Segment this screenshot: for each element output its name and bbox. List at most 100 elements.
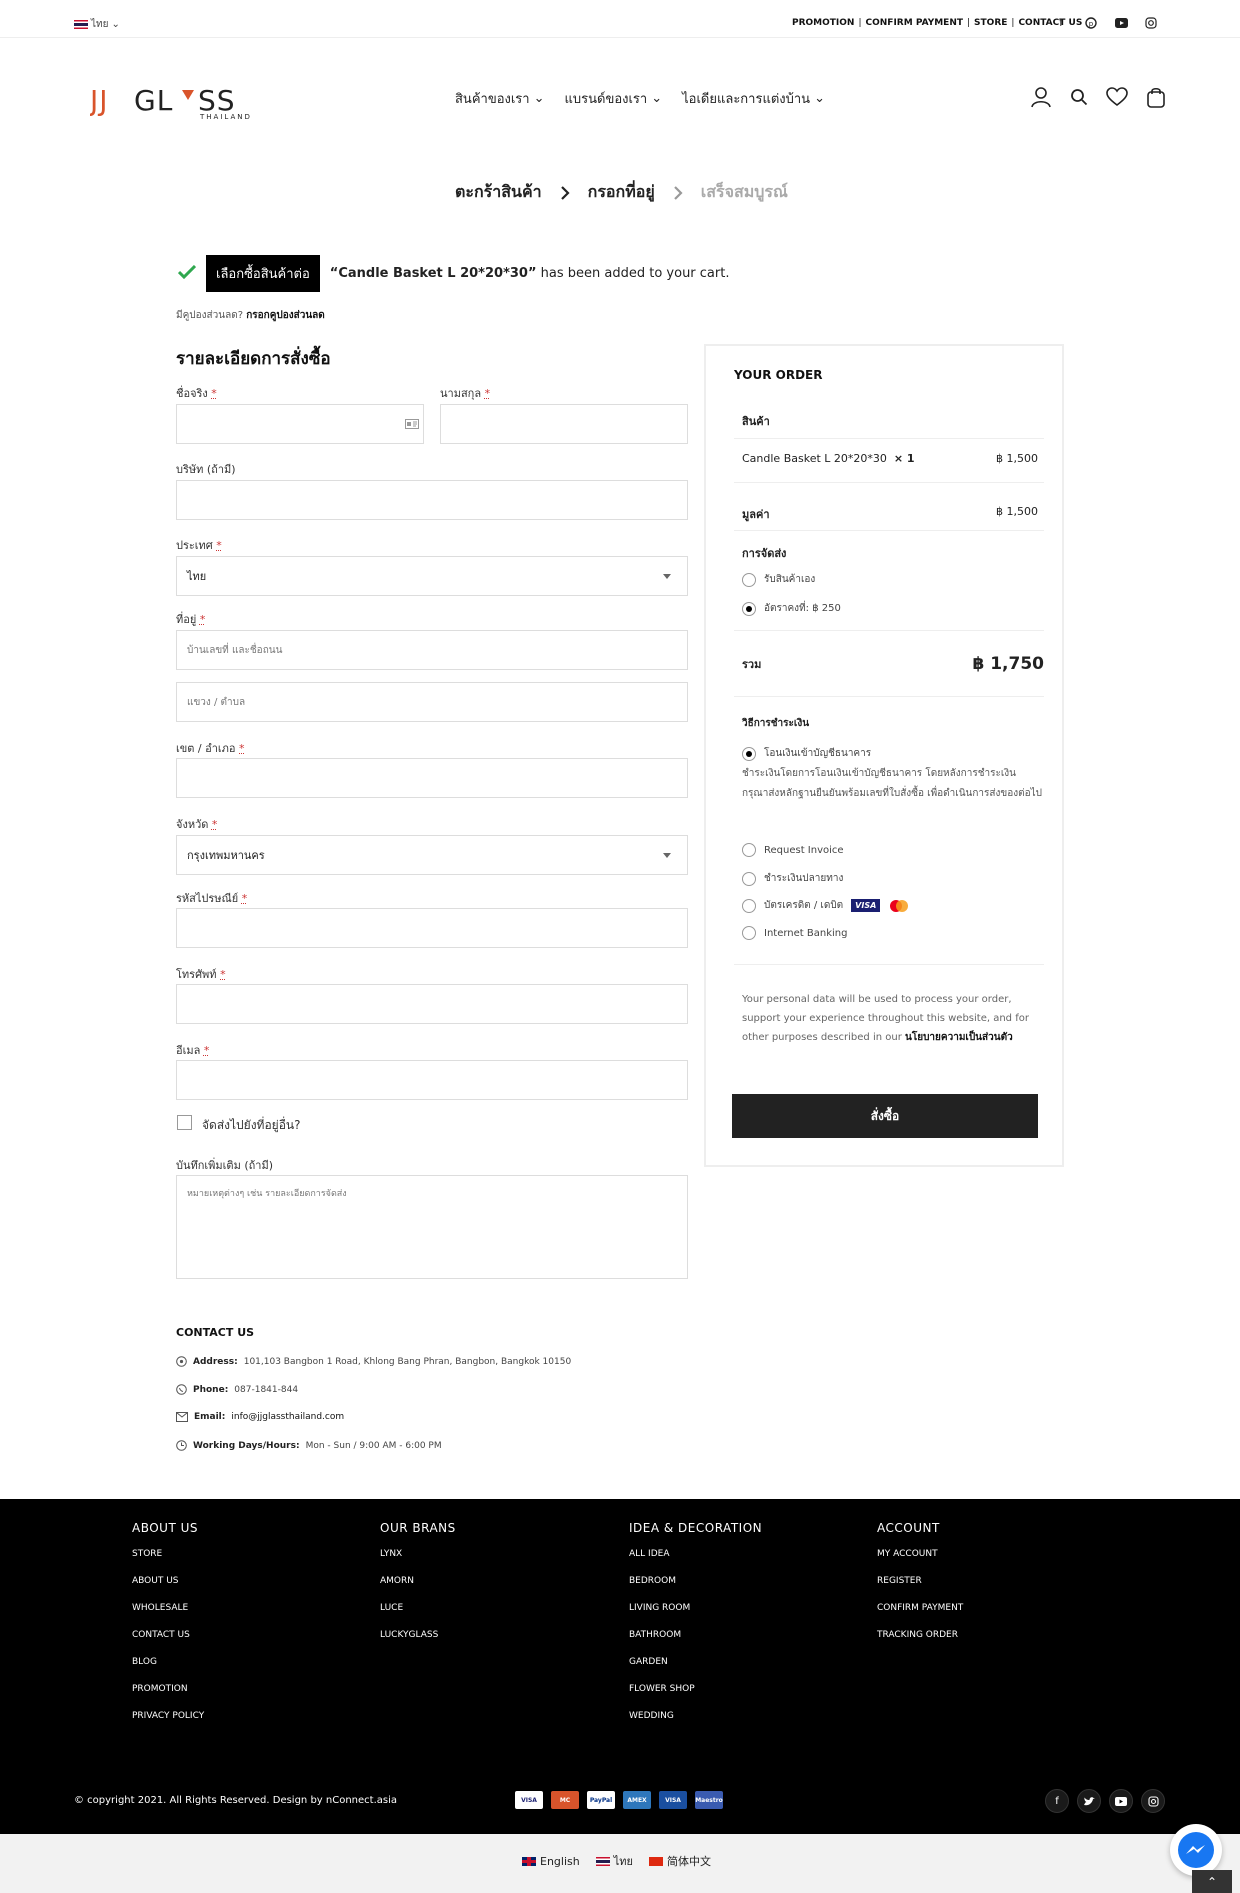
twitter-icon[interactable] [1077, 1789, 1101, 1813]
order-item-row: Candle Basket L 20*20*30 × 1 ฿ 1,500 [742, 452, 1044, 465]
nav-ideas-decoration[interactable]: ไอเดียและการแต่งบ้าน ⌄ [682, 88, 825, 109]
address-value: 101,103 Bangbon 1 Road, Khlong Bang Phra… [243, 1356, 572, 1367]
company-label: บริษัท (ถ้ามี) [176, 463, 236, 476]
radio-button[interactable] [742, 746, 756, 761]
china-flag-icon [648, 1856, 663, 1866]
footer-link[interactable]: AMORN [380, 1576, 456, 1586]
footer-link[interactable]: PROMOTION [132, 1684, 204, 1694]
label-text: ที่อยู่ [176, 613, 197, 626]
pay-option-cod[interactable]: ชำระเงินปลายทาง [742, 871, 843, 886]
pinterest-icon[interactable]: p [1084, 16, 1098, 30]
top-link-store[interactable]: STORE [974, 18, 1007, 28]
pay-option-invoice[interactable]: Request Invoice [742, 843, 844, 857]
radio-button[interactable] [742, 926, 756, 940]
footer-link[interactable]: CONTACT US [132, 1630, 204, 1640]
footer-link[interactable]: ABOUT US [132, 1576, 204, 1586]
label-text: ชื่อจริง [176, 387, 208, 400]
province-select[interactable]: กรุงเทพมหานคร [176, 835, 688, 875]
coupon-link[interactable]: กรอกคูปองส่วนลด [246, 310, 325, 321]
postcode-field[interactable] [176, 908, 688, 948]
continue-shopping-button[interactable]: เลือกซื้อสินค้าต่อ [206, 255, 320, 292]
privacy-policy-link[interactable]: นโยบายความเป็นส่วนตัว [905, 1032, 1013, 1043]
ship-different-label[interactable]: จัดส่งไปยังที่อยู่อื่น? [202, 1116, 300, 1135]
language-switcher[interactable]: ไทย ⌄ [74, 17, 120, 32]
footer-link[interactable]: MY ACCOUNT [877, 1549, 963, 1559]
youtube-icon[interactable] [1114, 16, 1128, 30]
youtube-icon[interactable] [1109, 1789, 1133, 1813]
footer-link[interactable]: FLOWER SHOP [629, 1684, 762, 1694]
instagram-icon[interactable] [1144, 16, 1158, 30]
clock-icon [176, 1440, 187, 1451]
address-line1-field[interactable]: บ้านเลขที่ และชื่อถนน [176, 630, 688, 670]
district-field[interactable] [176, 758, 688, 798]
first-name-field[interactable] [176, 404, 424, 444]
country-select[interactable]: ไทย [176, 556, 688, 596]
pay-option-internet-banking[interactable]: Internet Banking [742, 926, 847, 940]
top-link-confirm-payment[interactable]: CONFIRM PAYMENT [866, 18, 963, 28]
footer-link[interactable]: REGISTER [877, 1576, 963, 1586]
footer-link[interactable]: TRACKING ORDER [877, 1630, 963, 1640]
user-icon[interactable] [1030, 86, 1052, 112]
instagram-icon[interactable] [1141, 1789, 1165, 1813]
cart-bag-icon[interactable] [1146, 86, 1166, 112]
pay-option-card[interactable]: บัตรเครดิต / เดบิต VISA [742, 898, 910, 913]
lang-thai[interactable]: ไทย [595, 1852, 633, 1870]
footer-link[interactable]: BLOG [132, 1657, 204, 1667]
ship-option-flat-rate[interactable]: อัตราคงที่: ฿ 250 [742, 601, 841, 616]
chevron-down-icon: ⌄ [111, 19, 120, 30]
site-logo[interactable]: JJ GL SS THAILAND [88, 84, 265, 121]
footer-link[interactable]: BEDROOM [629, 1576, 762, 1586]
radio-button[interactable] [742, 572, 756, 587]
top-link-promotion[interactable]: PROMOTION [792, 18, 854, 28]
radio-button[interactable] [742, 871, 756, 886]
footer-link[interactable]: BATHROOM [629, 1630, 762, 1640]
required-mark: * [211, 387, 217, 400]
language-options: English ไทย 简体中文 [522, 1852, 711, 1870]
wishlist-heart-icon[interactable] [1106, 87, 1128, 111]
lang-label: English [540, 1854, 580, 1868]
search-icon[interactable] [1070, 88, 1088, 110]
phone-field[interactable] [176, 984, 688, 1024]
footer-link[interactable]: LUCKYGLASS [380, 1630, 456, 1640]
shipping-row: การจัดส่ง [742, 544, 1044, 562]
radio-button[interactable] [742, 601, 756, 616]
place-order-button[interactable]: สั่งซื้อ [732, 1094, 1038, 1138]
footer-link[interactable]: ALL IDEA [629, 1549, 762, 1559]
facebook-icon[interactable]: f [1045, 1789, 1069, 1813]
nav-our-brands[interactable]: แบรนด์ของเรา ⌄ [565, 88, 663, 109]
footer-link[interactable]: LUCE [380, 1603, 456, 1613]
label-text: จังหวัด [176, 818, 209, 831]
lang-chinese[interactable]: 简体中文 [648, 1853, 711, 1869]
footer-link[interactable]: LYNX [380, 1549, 456, 1559]
facebook-icon[interactable]: f [1054, 16, 1068, 30]
svg-text:p: p [1089, 20, 1094, 28]
ship-different-checkbox[interactable] [177, 1115, 192, 1130]
radio-button[interactable] [742, 843, 756, 857]
required-mark: * [241, 892, 248, 905]
lang-english[interactable]: English [522, 1855, 580, 1868]
messenger-chat-button[interactable] [1170, 1824, 1222, 1876]
footer-link[interactable]: WEDDING [629, 1711, 762, 1721]
footer-link[interactable]: STORE [132, 1549, 204, 1559]
radio-button[interactable] [742, 898, 756, 913]
hours-label: Working Days/Hours: [193, 1440, 300, 1451]
company-field[interactable] [176, 480, 688, 520]
contact-phone: Phone: 087-1841-844 [176, 1384, 298, 1395]
last-name-field[interactable] [440, 404, 688, 444]
back-to-top-button[interactable]: ⌃ [1192, 1870, 1232, 1893]
email-link[interactable]: info@jjglassthailand.com [231, 1412, 344, 1422]
cart-notice-message: “Candle Basket L 20*20*30” has been adde… [330, 266, 730, 281]
footer-link[interactable]: WHOLESALE [132, 1603, 204, 1613]
footer-link[interactable]: GARDEN [629, 1657, 762, 1667]
footer-link[interactable]: LIVING ROOM [629, 1603, 762, 1613]
address-line2-field[interactable]: แขวง / ตำบล [176, 682, 688, 722]
step-cart[interactable]: ตะกร้าสินค้า [455, 180, 542, 205]
order-notes-textarea[interactable]: หมายเหตุต่างๆ เช่น รายละเอียดการจัดส่ง [176, 1175, 688, 1279]
email-field[interactable] [176, 1060, 688, 1100]
nav-our-products[interactable]: สินค้าของเรา ⌄ [455, 88, 545, 109]
required-mark: * [211, 818, 218, 831]
ship-option-pickup[interactable]: รับสินค้าเอง [742, 572, 815, 587]
pay-option-bank-transfer[interactable]: โอนเงินเข้าบัญชีธนาคาร [742, 746, 871, 761]
footer-link[interactable]: PRIVACY POLICY [132, 1711, 204, 1721]
footer-link[interactable]: CONFIRM PAYMENT [877, 1603, 963, 1613]
